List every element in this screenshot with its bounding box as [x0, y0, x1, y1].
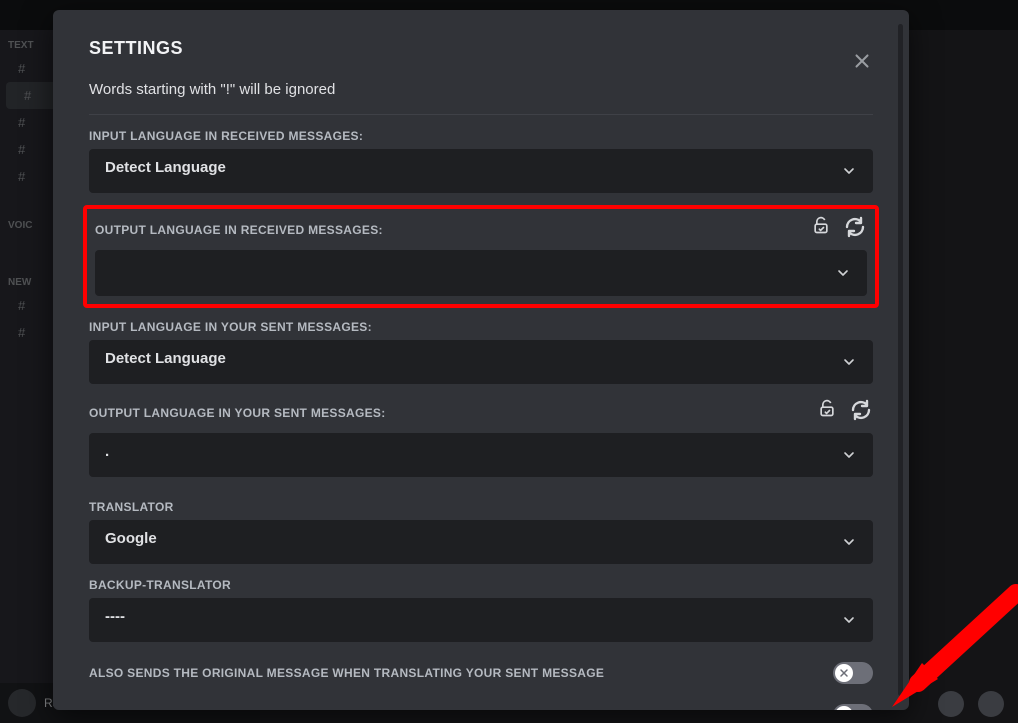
dropdown-input-received[interactable]: Detect Language	[89, 149, 873, 193]
emoji-icon	[938, 691, 964, 717]
label-backup-translator: BACKUP-TRANSLATOR	[89, 578, 873, 592]
avatar	[8, 689, 36, 717]
chevron-down-icon	[841, 534, 857, 550]
chevron-down-icon	[841, 354, 857, 370]
label-output-sent: OUTPUT LANGUAGE IN YOUR SENT MESSAGES:	[89, 406, 817, 420]
divider	[89, 491, 873, 492]
unlock-icon[interactable]	[811, 215, 831, 244]
unlock-icon[interactable]	[817, 398, 837, 427]
dropdown-output-received[interactable]	[95, 250, 867, 296]
refresh-icon[interactable]	[849, 398, 873, 427]
toggle-row-send-original: ALSO SENDS THE ORIGINAL MESSAGE WHEN TRA…	[89, 656, 873, 690]
toggle-label: ALSO SENDS THE ORIGINAL MESSAGE WHEN TRA…	[89, 666, 833, 680]
toggle-row-show-original: ALSO SHOWS THE ORIGINAL MESSAGE WHEN TRA…	[89, 698, 873, 710]
modal-scrollbar[interactable]	[898, 24, 903, 696]
dropdown-value: Detect Language	[105, 159, 857, 176]
settings-note: Words starting with "!" will be ignored	[89, 81, 873, 115]
toggle-show-original[interactable]	[833, 704, 873, 710]
settings-modal: SETTINGS Words starting with "!" will be…	[53, 10, 909, 710]
dropdown-input-sent[interactable]: Detect Language	[89, 340, 873, 384]
label-translator: TRANSLATOR	[89, 500, 873, 514]
dropdown-output-sent[interactable]: .	[89, 433, 873, 477]
label-output-received: OUTPUT LANGUAGE IN RECEIVED MESSAGES:	[95, 223, 811, 237]
section-output-sent: OUTPUT LANGUAGE IN YOUR SENT MESSAGES: .	[89, 398, 873, 477]
label-input-sent: INPUT LANGUAGE IN YOUR SENT MESSAGES:	[89, 320, 873, 334]
section-input-sent: INPUT LANGUAGE IN YOUR SENT MESSAGES: De…	[89, 320, 873, 384]
section-input-received: INPUT LANGUAGE IN RECEIVED MESSAGES: Det…	[89, 129, 873, 193]
section-translator: TRANSLATOR Google	[89, 500, 873, 564]
refresh-icon[interactable]	[843, 215, 867, 244]
chevron-down-icon	[835, 265, 851, 281]
dropdown-value: ----	[105, 608, 857, 625]
chevron-down-icon	[841, 447, 857, 463]
toggle-send-original[interactable]	[833, 662, 873, 684]
dropdown-value: Detect Language	[105, 350, 857, 367]
dropdown-value: .	[105, 443, 857, 460]
highlight-output-received: OUTPUT LANGUAGE IN RECEIVED MESSAGES:	[83, 205, 879, 308]
chevron-down-icon	[841, 163, 857, 179]
dropdown-value: Google	[105, 530, 857, 547]
chevron-down-icon	[841, 612, 857, 628]
bg-bottom-icons	[938, 691, 1004, 717]
dropdown-backup-translator[interactable]: ----	[89, 598, 873, 642]
dropdown-translator[interactable]: Google	[89, 520, 873, 564]
label-input-received: INPUT LANGUAGE IN RECEIVED MESSAGES:	[89, 129, 873, 143]
emoji-icon	[978, 691, 1004, 717]
section-backup-translator: BACKUP-TRANSLATOR ----	[89, 578, 873, 642]
toggle-knob	[835, 664, 853, 682]
close-icon	[851, 50, 873, 72]
x-icon	[838, 709, 850, 710]
modal-title: SETTINGS	[89, 38, 873, 59]
toggle-knob	[835, 706, 853, 710]
toggle-label: ALSO SHOWS THE ORIGINAL MESSAGE WHEN TRA…	[89, 708, 833, 710]
x-icon	[838, 667, 850, 679]
close-button[interactable]	[851, 50, 873, 72]
